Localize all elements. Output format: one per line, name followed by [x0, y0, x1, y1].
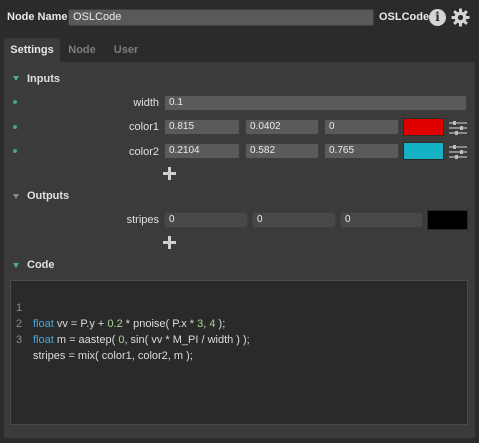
- color1-b-field[interactable]: 0: [324, 119, 399, 135]
- code-line: 2 float m = aastep( 0, sin( vv * M_PI / …: [11, 300, 467, 346]
- code-section-title[interactable]: Code: [27, 259, 55, 271]
- color1-r-field[interactable]: 0.815: [164, 119, 240, 135]
- code-text: float m = aastep( 0, sin( vv * M_PI / wi…: [33, 332, 250, 348]
- width-label: width: [133, 97, 159, 109]
- code-line: 1 float vv = P.y + 0.2 * pnoise( P.x * 3…: [11, 284, 467, 330]
- color2-r-field[interactable]: 0.2104: [164, 143, 240, 159]
- code-editor[interactable]: 1 float vv = P.y + 0.2 * pnoise( P.x * 3…: [10, 280, 468, 425]
- color2-b-field[interactable]: 0.765: [324, 143, 399, 159]
- node-type-label: OSLCode: [379, 11, 430, 23]
- tab-bar: Settings Node User: [0, 38, 479, 62]
- stripes-b-field[interactable]: 0: [340, 212, 423, 228]
- stripes-g-field[interactable]: 0: [252, 212, 336, 228]
- color2-swatch[interactable]: [403, 142, 444, 160]
- color1-label: color1: [129, 121, 159, 133]
- stripes-swatch[interactable]: [427, 210, 468, 230]
- tab-user[interactable]: User: [108, 38, 144, 62]
- node-name-label: Node Name: [7, 11, 68, 23]
- code-line: 3 stripes = mix( color1, color2, m );: [11, 316, 467, 362]
- color1-swatch[interactable]: [403, 118, 444, 136]
- tab-node[interactable]: Node: [63, 38, 101, 62]
- inputs-section-title[interactable]: Inputs: [27, 73, 60, 85]
- code-token: float: [33, 334, 54, 346]
- outputs-section-title[interactable]: Outputs: [27, 190, 69, 202]
- add-input-plus-icon[interactable]: [163, 167, 176, 180]
- color1-g-field[interactable]: 0.0402: [245, 119, 319, 135]
- node-name-input[interactable]: OSLCode: [68, 9, 374, 26]
- gear-icon[interactable]: [451, 8, 470, 27]
- stripes-r-field[interactable]: 0: [164, 212, 248, 228]
- info-icon[interactable]: i: [429, 9, 446, 26]
- color1-connection-icon: [13, 125, 17, 129]
- tab-settings[interactable]: Settings: [4, 38, 60, 62]
- width-field[interactable]: 0.1: [164, 95, 467, 111]
- color2-connection-icon: [13, 149, 17, 153]
- code-text: stripes = mix( color1, color2, m );: [33, 350, 193, 362]
- color2-sliders-icon[interactable]: [449, 144, 467, 160]
- stripes-label: stripes: [126, 214, 159, 226]
- code-token: , sin( vv * M_PI / width ) );: [124, 334, 250, 346]
- inputs-collapse-icon[interactable]: [13, 76, 19, 81]
- line-number: 3: [16, 334, 23, 346]
- add-output-plus-icon[interactable]: [163, 236, 176, 249]
- outputs-collapse-icon[interactable]: [13, 194, 19, 199]
- code-collapse-icon[interactable]: [13, 263, 19, 268]
- color1-sliders-icon[interactable]: [449, 120, 467, 136]
- width-connection-icon: [13, 100, 17, 104]
- code-token: m = aastep(: [53, 334, 119, 346]
- color2-g-field[interactable]: 0.582: [245, 143, 319, 159]
- color2-label: color2: [129, 146, 159, 158]
